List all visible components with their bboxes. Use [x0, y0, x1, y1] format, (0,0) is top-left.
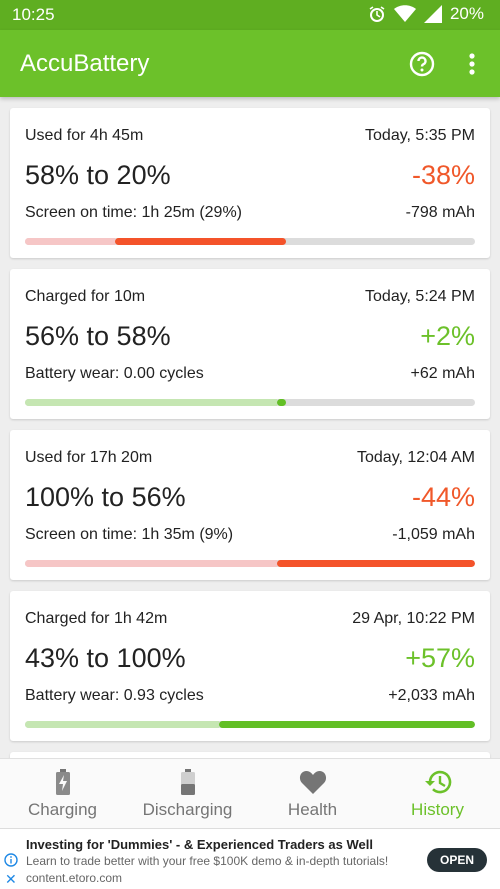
session-range: 56% to 58%: [25, 321, 171, 351]
session-delta: -44%: [411, 482, 475, 512]
close-icon[interactable]: ✕: [5, 871, 17, 888]
battery-discharging-icon: [180, 769, 196, 800]
bar-prefix: [25, 560, 277, 567]
session-timestamp: 29 Apr, 10:22 PM: [352, 610, 475, 627]
session-range-bar: [25, 560, 475, 567]
session-mah: -1,059 mAh: [392, 526, 475, 543]
session-mah: +2,033 mAh: [388, 687, 475, 704]
tab-label: Charging: [28, 800, 97, 819]
session-card[interactable]: Used for 17h 20m Today, 12:04 AM 100% to …: [10, 430, 490, 580]
status-icons: 20%: [368, 4, 484, 24]
session-duration: Used for 17h 20m: [25, 449, 153, 466]
session-range: 43% to 100%: [25, 643, 186, 673]
session-range-bar: [25, 721, 475, 728]
bar-segment: [277, 399, 286, 406]
tab-health[interactable]: Health: [250, 759, 375, 828]
session-timestamp: Today, 12:04 AM: [357, 449, 475, 466]
bar-segment: [277, 560, 475, 567]
tab-charging[interactable]: Charging: [0, 759, 125, 828]
session-delta: -38%: [411, 160, 475, 190]
session-range-bar: [25, 399, 475, 406]
session-card[interactable]: Used for 4h 45m Today, 5:35 PM 58% to 20%…: [10, 108, 490, 258]
ad-body: Learn to trade better with your free $10…: [26, 854, 389, 868]
session-detail: Battery wear: 0.00 cycles: [25, 365, 204, 382]
app-title: AccuBattery: [20, 50, 150, 77]
session-duration: Used for 4h 45m: [25, 127, 144, 144]
history-list[interactable]: Used for 4h 45m Today, 5:35 PM 58% to 20%…: [0, 97, 500, 758]
session-mah: -798 mAh: [405, 204, 475, 221]
heart-icon: [299, 769, 327, 800]
info-icon[interactable]: [4, 853, 18, 872]
ad-banner[interactable]: ✕ Investing for 'Dummies' - & Experience…: [0, 828, 500, 889]
ad-url[interactable]: content.etoro.com: [26, 871, 122, 885]
status-bar: 10:25 20%: [0, 0, 500, 30]
signal-icon: [423, 5, 442, 23]
battery-charging-icon: [55, 769, 71, 800]
session-detail: Battery wear: 0.93 cycles: [25, 687, 204, 704]
ad-open-button[interactable]: OPEN: [427, 848, 487, 872]
help-circle-icon[interactable]: [407, 49, 437, 79]
bar-prefix: [25, 721, 219, 728]
session-timestamp: Today, 5:24 PM: [365, 288, 475, 305]
session-card[interactable]: Charged for 10m Today, 5:24 PM 56% to 58%…: [10, 269, 490, 419]
ad-headline[interactable]: Investing for 'Dummies' - & Experienced …: [26, 837, 373, 852]
session-detail: Screen on time: 1h 25m (29%): [25, 204, 242, 221]
overflow-menu-icon[interactable]: [464, 49, 480, 79]
alarm-icon: [368, 5, 386, 23]
battery-percent: 20%: [449, 4, 484, 23]
session-delta: +57%: [405, 643, 475, 673]
tab-label: History: [411, 800, 464, 819]
bar-segment: [218, 721, 475, 728]
bar-segment: [115, 238, 286, 245]
session-delta: +2%: [420, 321, 475, 351]
session-duration: Charged for 1h 42m: [25, 610, 168, 627]
session-detail: Screen on time: 1h 35m (9%): [25, 526, 234, 543]
tab-history[interactable]: History: [375, 759, 500, 828]
tab-label: Discharging: [142, 800, 233, 819]
status-time: 10:25: [12, 5, 55, 24]
bottom-navigation: Charging Discharging Health History: [0, 758, 500, 828]
session-duration: Charged for 10m: [25, 288, 146, 305]
bar-prefix: [25, 399, 277, 406]
tab-discharging[interactable]: Discharging: [125, 759, 250, 828]
history-icon: [424, 769, 452, 800]
session-mah: +62 mAh: [410, 365, 475, 382]
session-range: 100% to 56%: [25, 482, 186, 512]
bar-prefix: [25, 238, 115, 245]
session-timestamp: Today, 5:35 PM: [365, 127, 475, 144]
app-bar: AccuBattery: [0, 30, 500, 97]
session-range-bar: [25, 238, 475, 245]
session-range: 58% to 20%: [25, 160, 171, 190]
wifi-icon: [393, 5, 416, 23]
tab-label: Health: [287, 800, 338, 819]
session-card[interactable]: Charged for 1h 42m 29 Apr, 10:22 PM 43% t…: [10, 591, 490, 741]
